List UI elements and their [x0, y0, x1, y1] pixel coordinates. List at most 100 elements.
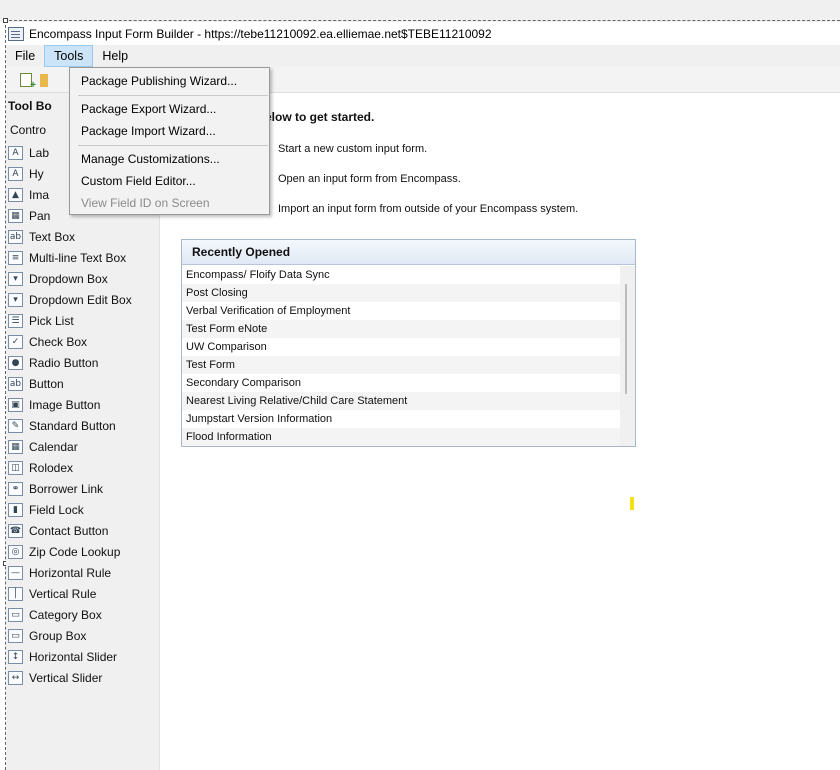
zip-lookup-icon: ◎ [8, 544, 23, 559]
tool-item-label: Image Button [29, 397, 101, 412]
tool-item[interactable]: ▾ Dropdown Box [8, 268, 132, 289]
borrower-link-icon: ⚭ [8, 481, 23, 496]
window-title: Encompass Input Form Builder - https://t… [29, 26, 492, 41]
form-builder-app-icon [8, 26, 24, 41]
menu-file[interactable]: File [6, 45, 44, 67]
menu-separator [78, 95, 268, 96]
tool-item-label: Dropdown Edit Box [29, 292, 132, 307]
menu-item-custom-field-editor[interactable]: Custom Field Editor... [81, 174, 196, 188]
dropdown-edit-icon: ▾ [8, 292, 23, 307]
menu-item-package-export[interactable]: Package Export Wizard... [81, 102, 216, 116]
tool-item[interactable]: ▮ Field Lock [8, 499, 132, 520]
getting-started-heading: elow to get started. [265, 110, 375, 124]
calendar-icon: ▦ [8, 439, 23, 454]
menu-item-view-field-id: View Field ID on Screen [81, 196, 210, 210]
recent-form-item[interactable]: UW Comparison [182, 338, 620, 356]
open-form-link[interactable]: Open an input form from Encompass. [278, 173, 461, 185]
image-button-icon: ▣ [8, 397, 23, 412]
menu-separator [78, 145, 268, 146]
open-folder-icon[interactable] [40, 74, 48, 87]
dropdown-icon: ▾ [8, 271, 23, 286]
tool-item[interactable]: ▭ Category Box [8, 604, 132, 625]
tool-item[interactable]: ◎ Zip Code Lookup [8, 541, 132, 562]
recently-opened-header: Recently Opened [182, 240, 635, 265]
tool-item-label: Borrower Link [29, 481, 104, 496]
import-form-link[interactable]: Import an input form from outside of you… [278, 203, 578, 215]
tool-item-label: Radio Button [29, 355, 99, 370]
tool-item-label: Field Lock [29, 502, 84, 517]
tool-item[interactable]: ▦ Calendar [8, 436, 132, 457]
desktop-strip [0, 0, 840, 22]
tool-item-label: Dropdown Box [29, 271, 108, 286]
tool-item-label: Zip Code Lookup [29, 544, 121, 559]
recent-form-item[interactable]: Test Form [182, 356, 620, 374]
tool-item[interactable]: ab Text Box [8, 226, 132, 247]
tool-item[interactable]: │ Vertical Rule [8, 583, 132, 604]
tool-item[interactable]: ☰ Pick List [8, 310, 132, 331]
title-bar: Encompass Input Form Builder - https://t… [6, 23, 840, 44]
tool-item[interactable]: ✎ Standard Button [8, 415, 132, 436]
textbox-icon: ab [8, 229, 23, 244]
toolbox-header: Tool Bo [8, 99, 52, 113]
recent-form-item[interactable]: Secondary Comparison [182, 374, 620, 392]
picklist-icon: ☰ [8, 313, 23, 328]
recent-form-item[interactable]: Encompass/ Floify Data Sync [182, 266, 620, 284]
tool-item[interactable]: ↕ Horizontal Slider [8, 646, 132, 667]
tool-item[interactable]: ▣ Image Button [8, 394, 132, 415]
radio-icon: ● [8, 355, 23, 370]
tool-item[interactable]: ▾ Dropdown Edit Box [8, 289, 132, 310]
tool-item[interactable]: ab Button [8, 373, 132, 394]
controls-section-label[interactable]: Contro [10, 123, 46, 137]
designer-selection-border-top [4, 20, 840, 21]
recent-scrollbar[interactable] [620, 266, 635, 446]
group-box-icon: ▭ [8, 628, 23, 643]
category-box-icon: ▭ [8, 607, 23, 622]
tool-item-label: Pick List [29, 313, 74, 328]
tool-item[interactable]: ≡ Multi-line Text Box [8, 247, 132, 268]
tool-item[interactable]: ● Radio Button [8, 352, 132, 373]
tool-item[interactable]: ↔ Vertical Slider [8, 667, 132, 688]
label-icon: A [8, 145, 23, 160]
recent-form-item[interactable]: Test Form eNote [182, 320, 620, 338]
menu-item-package-import[interactable]: Package Import Wizard... [81, 124, 216, 138]
vertical-rule-icon: │ [8, 586, 23, 601]
horizontal-rule-icon: — [8, 565, 23, 580]
recent-list: Encompass/ Floify Data Sync Post Closing V… [182, 266, 620, 446]
tool-list: A Lab A Hy ▲ Ima ▦ Pan ab Text Box ≡ Multi-line Tex… [8, 142, 132, 688]
tool-item-label: Hy [29, 166, 44, 181]
tool-item-label: Horizontal Slider [29, 649, 118, 664]
recent-scroll-thumb[interactable] [625, 284, 627, 394]
tool-item-label: Calendar [29, 439, 78, 454]
new-form-icon[interactable] [20, 73, 36, 91]
menu-item-manage-customizations[interactable]: Manage Customizations... [81, 152, 220, 166]
tool-item[interactable]: — Horizontal Rule [8, 562, 132, 583]
recent-form-item[interactable]: Flood Information [182, 428, 620, 446]
tool-item[interactable]: ✓ Check Box [8, 331, 132, 352]
button-icon: ab [8, 376, 23, 391]
rolodex-icon: ◫ [8, 460, 23, 475]
tool-item-label: Text Box [29, 229, 76, 244]
tool-item-label: Category Box [29, 607, 102, 622]
menu-item-package-publishing[interactable]: Package Publishing Wizard... [81, 74, 237, 88]
checkbox-icon: ✓ [8, 334, 23, 349]
menu-help[interactable]: Help [93, 45, 137, 67]
menu-tools[interactable]: Tools [44, 45, 94, 67]
recent-form-item[interactable]: Jumpstart Version Information [182, 410, 620, 428]
recent-form-item[interactable]: Post Closing [182, 284, 620, 302]
multiline-textbox-icon: ≡ [8, 250, 23, 265]
tool-item[interactable]: ▭ Group Box [8, 625, 132, 646]
vertical-slider-icon: ↔ [8, 670, 23, 685]
cursor-marker [630, 497, 634, 510]
menu-bar: File Tools Help [6, 45, 840, 67]
recent-form-item[interactable]: Nearest Living Relative/Child Care State… [182, 392, 620, 410]
tool-item-label: Horizontal Rule [29, 565, 112, 580]
new-form-link[interactable]: Start a new custom input form. [278, 143, 427, 155]
lock-icon: ▮ [8, 502, 23, 517]
tool-item[interactable]: ◫ Rolodex [8, 457, 132, 478]
recent-form-item[interactable]: Verbal Verification of Employment [182, 302, 620, 320]
tool-item[interactable]: ☎ Contact Button [8, 520, 132, 541]
tool-item-label: Pan [29, 208, 51, 223]
tool-item-label: Contact Button [29, 523, 109, 538]
tool-item[interactable]: ⚭ Borrower Link [8, 478, 132, 499]
tool-item-label: Standard Button [29, 418, 116, 433]
